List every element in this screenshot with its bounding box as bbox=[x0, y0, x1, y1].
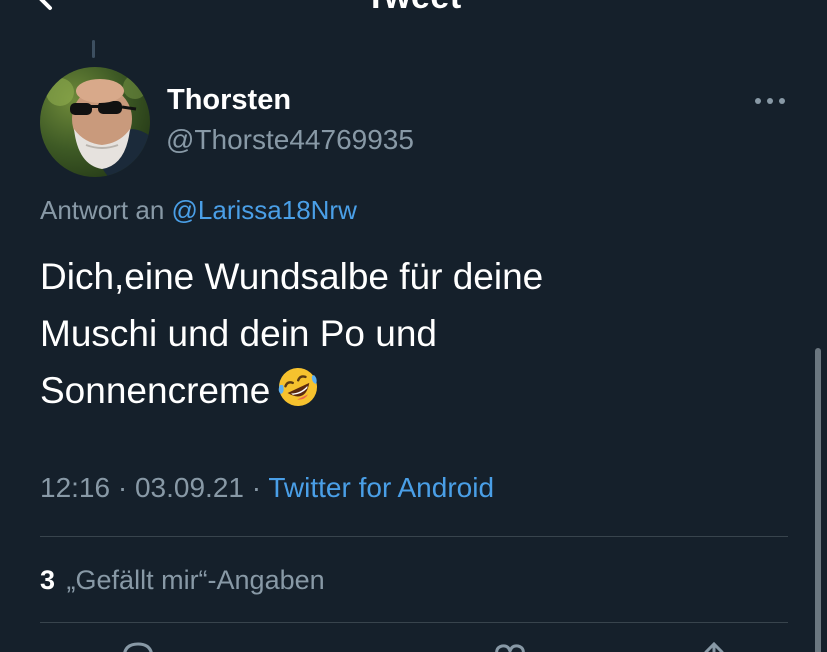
tweet-text-line: Muschi und dein Po und bbox=[40, 313, 437, 354]
likes-stat[interactable]: 3 „Gefällt mir“-Angaben bbox=[40, 565, 325, 596]
page-title: Tweet bbox=[0, 0, 827, 17]
likes-count: 3 bbox=[40, 565, 56, 595]
tweet-meta: 12:16 · 03.09.21 · Twitter for Android bbox=[40, 472, 494, 504]
avatar-photo bbox=[40, 67, 150, 177]
author-display-name[interactable]: Thorsten bbox=[167, 84, 291, 117]
tweet-time: 12:16 bbox=[40, 472, 111, 503]
reply-icon[interactable] bbox=[118, 640, 158, 652]
divider bbox=[40, 536, 788, 537]
reply-prefix: Antwort an bbox=[40, 195, 165, 225]
top-bar: Tweet bbox=[0, 0, 827, 17]
tweet-text-line-last: Sonnencreme bbox=[40, 362, 780, 419]
avatar[interactable] bbox=[40, 67, 150, 177]
author-handle[interactable]: @Thorste44769935 bbox=[166, 124, 414, 156]
more-options-icon[interactable] bbox=[752, 92, 788, 110]
divider bbox=[40, 622, 788, 623]
like-icon[interactable] bbox=[490, 640, 530, 652]
reply-context: Antwort an @Larissa18Nrw bbox=[40, 195, 357, 226]
tweet-detail-screen: Tweet Thorsten @Thorst bbox=[0, 0, 827, 652]
tweet-text-line: Sonnencreme bbox=[40, 370, 271, 411]
thread-connector-line bbox=[92, 40, 95, 58]
reply-mention-link[interactable]: @Larissa18Nrw bbox=[172, 195, 357, 225]
likes-label: „Gefällt mir“-Angaben bbox=[66, 565, 325, 595]
tweet-text: Dich,eine Wundsalbe für deine Muschi und… bbox=[40, 248, 780, 419]
tweet-text-line: Dich,eine Wundsalbe für deine bbox=[40, 256, 544, 297]
meta-separator: · bbox=[117, 472, 128, 503]
scrollbar[interactable] bbox=[815, 348, 821, 652]
rolling-laughing-emoji-icon bbox=[279, 368, 318, 406]
tweet-source-link[interactable]: Twitter for Android bbox=[268, 472, 494, 503]
meta-separator: · bbox=[251, 472, 262, 503]
share-icon[interactable] bbox=[694, 640, 734, 652]
tweet-date: 03.09.21 bbox=[134, 472, 244, 503]
